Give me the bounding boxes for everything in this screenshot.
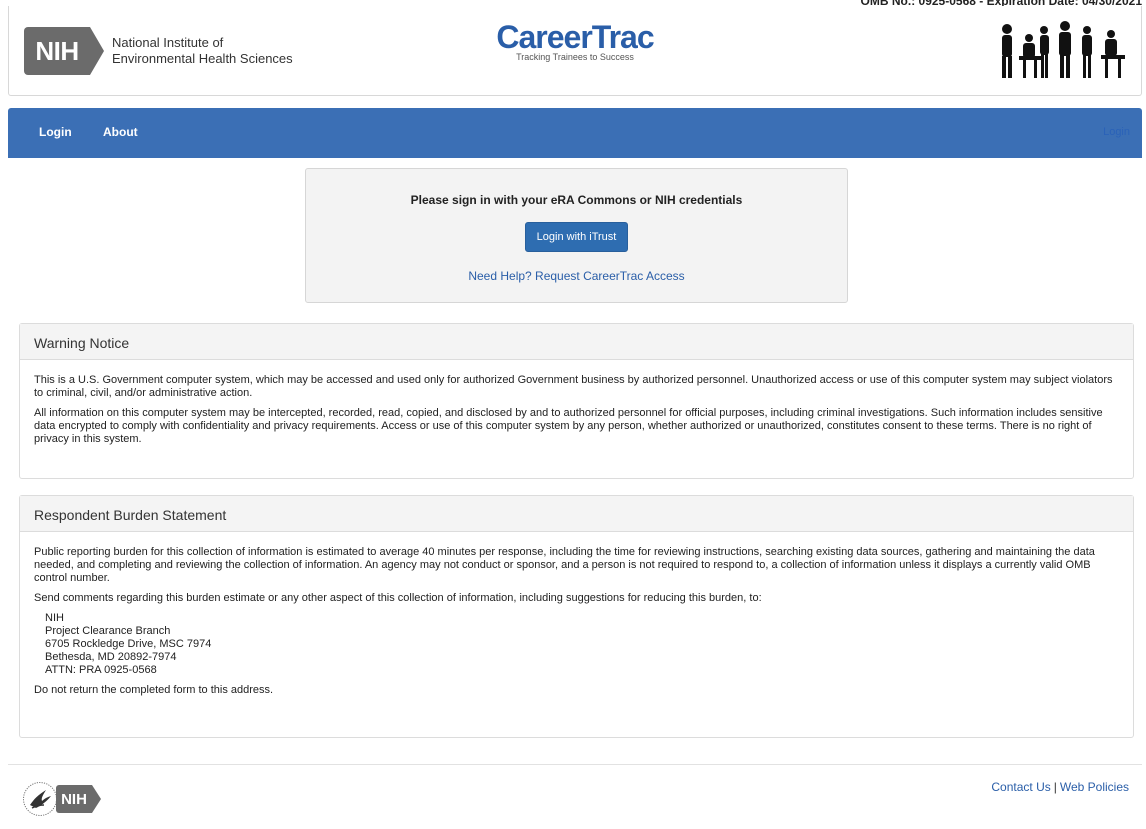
footer-nih-text: NIH — [56, 785, 92, 813]
request-access-link[interactable]: Need Help? Request CareerTrac Access — [306, 269, 847, 283]
warning-paragraph: This is a U.S. Government computer syste… — [34, 374, 1113, 399]
burden-statement-title: Respondent Burden Statement — [20, 496, 1133, 532]
warning-paragraph: All information on this computer system … — [34, 407, 1103, 445]
warning-notice-panel: Warning Notice This is a U.S. Government… — [19, 323, 1134, 479]
footer-link-separator: | — [1053, 780, 1057, 794]
footer-nih-chevron-icon — [92, 785, 101, 813]
brand-title: CareerTrac — [496, 19, 654, 55]
warning-notice-title: Warning Notice — [20, 324, 1133, 360]
careertrac-brand: CareerTrac Tracking Trainees to Success — [9, 21, 1141, 62]
hhs-eagle-seal-icon — [23, 782, 57, 816]
nav-right-login-link[interactable]: Login — [1103, 126, 1130, 138]
brand-subtitle: Tracking Trainees to Success — [516, 52, 634, 62]
burden-statement-panel: Respondent Burden Statement Public repor… — [19, 495, 1134, 738]
main-navbar: Login About Login — [8, 108, 1142, 158]
warning-notice-body: This is a U.S. Government computer syste… — [20, 360, 1133, 446]
footer-links: Contact Us | Web Policies — [991, 780, 1129, 794]
nav-item-about[interactable]: About — [103, 125, 138, 139]
burden-paragraph: Public reporting burden for this collect… — [34, 546, 1095, 584]
footer-divider — [8, 764, 1142, 765]
footer-nih-mark: NIH — [56, 785, 101, 813]
site-header: NIH National Institute of Environmental … — [8, 6, 1142, 96]
people-silhouettes-icon — [1002, 21, 1125, 78]
footer-hhs-nih-logo[interactable]: NIH — [22, 781, 101, 817]
address-line: Bethesda, MD 20892-7974 — [45, 651, 177, 663]
contact-us-link[interactable]: Contact Us — [991, 780, 1050, 794]
address-line: NIH — [45, 612, 64, 624]
signin-panel: Please sign in with your eRA Commons or … — [305, 168, 848, 303]
web-policies-link[interactable]: Web Policies — [1060, 780, 1129, 794]
burden-paragraph: Do not return the completed form to this… — [34, 684, 274, 696]
signin-title: Please sign in with your eRA Commons or … — [410, 193, 743, 207]
burden-statement-body: Public reporting burden for this collect… — [20, 532, 1133, 697]
address-line: 6705 Rockledge Drive, MSC 7974 — [45, 638, 212, 650]
nav-item-login[interactable]: Login — [39, 125, 72, 139]
login-itrust-button[interactable]: Login with iTrust — [524, 222, 629, 252]
address-line: Project Clearance Branch — [45, 625, 171, 637]
burden-paragraph: Send comments regarding this burden esti… — [34, 592, 762, 604]
address-line: ATTN: PRA 0925-0568 — [45, 664, 157, 676]
mailing-address: NIH Project Clearance Branch 6705 Rockle… — [34, 612, 1119, 677]
